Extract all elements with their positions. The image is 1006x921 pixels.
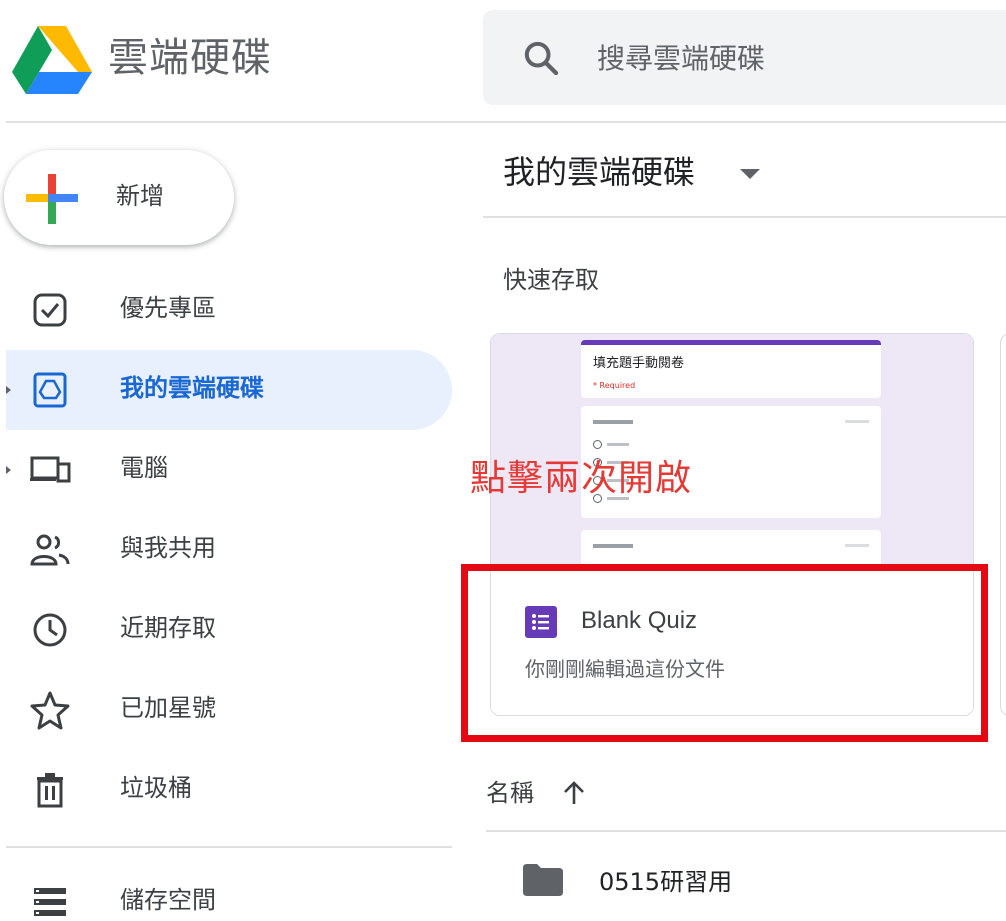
- main-divider: [483, 216, 1006, 218]
- sidebar-divider: [6, 846, 452, 848]
- new-button[interactable]: 新增: [4, 150, 234, 245]
- sidebar-item-trash[interactable]: 垃圾桶: [6, 750, 452, 830]
- sidebar-item-label: 電腦: [120, 454, 168, 482]
- arrow-up-icon[interactable]: [560, 777, 588, 809]
- list-divider: [486, 830, 1006, 832]
- sort-by-name-label[interactable]: 名稱: [486, 775, 534, 811]
- trash-icon: [37, 773, 63, 808]
- search-icon[interactable]: [521, 38, 561, 78]
- star-icon: [30, 691, 70, 730]
- priority-icon: [33, 293, 67, 327]
- page-title[interactable]: 我的雲端硬碟: [503, 150, 695, 194]
- form-preview-required: * Required: [593, 381, 636, 390]
- form-preview-header: 填充題手動閱卷 * Required: [581, 340, 881, 398]
- sidebar-item-computers[interactable]: 電腦: [6, 430, 452, 510]
- quick-access-heading: 快速存取: [503, 266, 599, 294]
- file-thumbnail: 填充題手動閱卷 * Required: [491, 334, 973, 570]
- plus-icon: [26, 174, 78, 224]
- sidebar-item-label: 已加星號: [120, 694, 216, 722]
- header-divider: [6, 121, 1006, 123]
- sidebar-item-recent[interactable]: 近期存取: [6, 590, 452, 670]
- app-title: 雲端硬碟: [108, 35, 272, 81]
- sidebar-item-storage[interactable]: 儲存空間: [6, 862, 452, 921]
- people-icon: [30, 534, 70, 566]
- next-quick-access-card[interactable]: [1000, 333, 1006, 716]
- sidebar-item-my-drive[interactable]: 我的雲端硬碟: [6, 350, 452, 430]
- expand-arrow-icon[interactable]: [6, 466, 11, 474]
- search-bar[interactable]: [483, 10, 1006, 105]
- sidebar-item-label: 與我共用: [120, 534, 216, 562]
- storage-icon: [34, 888, 66, 916]
- sidebar-item-priority[interactable]: 優先專區: [6, 270, 452, 350]
- sidebar-item-starred[interactable]: 已加星號: [6, 670, 452, 750]
- expand-arrow-icon[interactable]: [6, 386, 11, 394]
- annotation-highlight-box: [461, 564, 988, 742]
- drive-icon: [33, 372, 67, 408]
- new-button-label: 新增: [116, 182, 164, 210]
- sidebar-item-label: 垃圾桶: [120, 774, 192, 802]
- sidebar-item-label: 優先專區: [120, 294, 216, 322]
- sidebar-item-label: 我的雲端硬碟: [120, 374, 264, 402]
- annotation-text: 點擊兩次開啟: [470, 458, 693, 499]
- sidebar-item-label: 近期存取: [120, 614, 216, 642]
- search-input[interactable]: [597, 38, 997, 78]
- clock-icon: [33, 613, 67, 647]
- sidebar-item-label: 儲存空間: [120, 886, 216, 914]
- computer-icon: [30, 456, 71, 483]
- folder-icon: [523, 864, 563, 896]
- sidebar-item-shared[interactable]: 與我共用: [6, 510, 452, 590]
- file-name: 0515研習用: [599, 868, 733, 896]
- form-preview-title: 填充題手動閱卷: [593, 356, 685, 371]
- drive-logo[interactable]: [12, 26, 92, 94]
- dropdown-caret-icon[interactable]: [740, 169, 760, 179]
